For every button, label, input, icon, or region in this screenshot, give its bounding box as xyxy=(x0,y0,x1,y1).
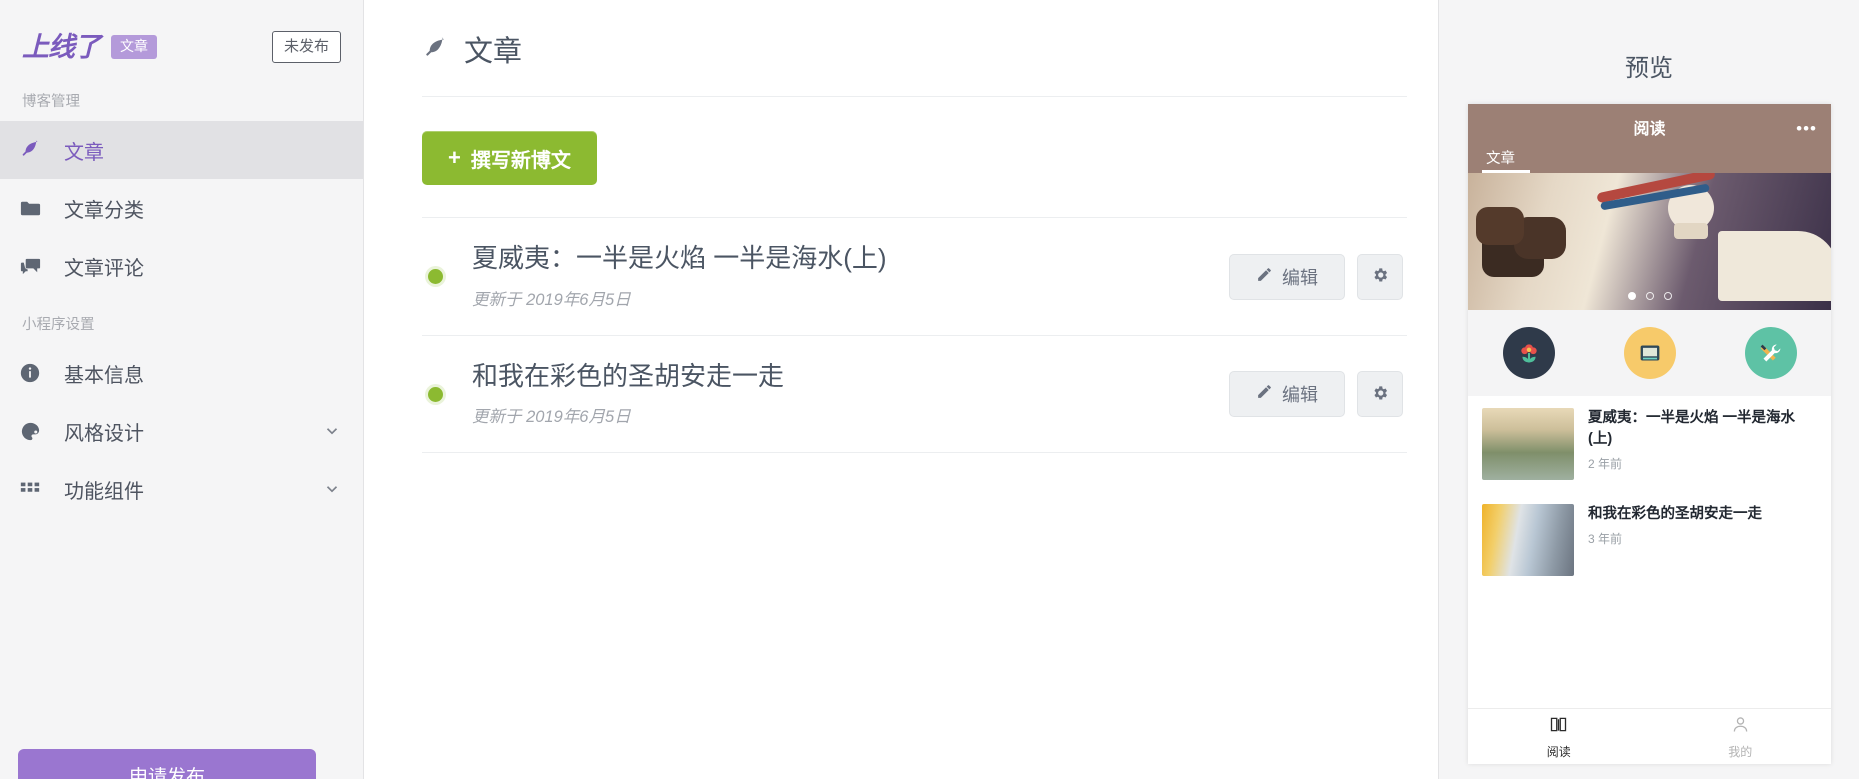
person-icon xyxy=(1730,714,1751,740)
edit-button-label: 编辑 xyxy=(1282,267,1318,288)
plus-icon: + xyxy=(448,145,461,170)
sidebar-item-label: 文章分类 xyxy=(64,199,144,222)
sidebar-item-comments[interactable]: 文章评论 xyxy=(0,237,363,295)
status-badge xyxy=(428,269,443,284)
gear-icon xyxy=(1371,384,1389,405)
list-item-title: 和我在彩色的圣胡安走一走 xyxy=(1588,506,1762,522)
post-updated-date: 更新于 2019年6月5日 xyxy=(472,290,631,309)
feather-icon xyxy=(422,36,448,62)
phone-header-title: 阅读 xyxy=(1633,121,1666,138)
street-thumb xyxy=(1482,504,1574,576)
sidebar-item-basic-info[interactable]: 基本信息 xyxy=(0,344,363,402)
grid-icon xyxy=(10,478,50,500)
sidebar-item-categories[interactable]: 文章分类 xyxy=(0,179,363,237)
carousel-dot[interactable] xyxy=(1663,292,1672,300)
post-text-block: 夏威夷：一半是火焰 一半是海水(上) 更新于 2019年6月5日 xyxy=(472,243,1229,309)
list-item[interactable]: 夏威夷：一半是火焰 一半是海水(上) 2 年前 xyxy=(1468,396,1831,492)
post-title: 和我在彩色的圣胡安走一走 xyxy=(472,360,785,391)
sidebar-item-label: 基本信息 xyxy=(64,364,144,387)
settings-button[interactable] xyxy=(1357,253,1403,300)
table-row[interactable]: 夏威夷：一半是火焰 一半是海水(上) 更新于 2019年6月5日 编辑 xyxy=(422,217,1407,335)
edit-button[interactable]: 编辑 xyxy=(1229,371,1345,417)
row-actions: 编辑 xyxy=(1229,253,1403,300)
row-actions: 编辑 xyxy=(1229,371,1403,417)
gear-icon xyxy=(1371,266,1389,287)
status-badge xyxy=(428,386,443,402)
list-item-time: 2 年前 xyxy=(1588,457,1623,472)
tab-read[interactable]: 阅读 xyxy=(1468,709,1650,764)
preview-article-list: 夏威夷：一半是火焰 一半是海水(上) 2 年前 和我在彩色的圣胡安走一走 3 年… xyxy=(1468,396,1831,708)
page-header: 文章 xyxy=(422,28,1407,97)
sidebar-item-components[interactable]: 功能组件 xyxy=(0,460,363,518)
tools-icon[interactable] xyxy=(1744,327,1797,379)
sidebar-item-articles[interactable]: 文章 xyxy=(0,121,363,179)
list-item[interactable]: 和我在彩色的圣胡安走一走 3 年前 xyxy=(1468,492,1831,588)
phone-tabbar: 阅读 我的 xyxy=(1468,708,1831,764)
compose-new-post-button[interactable]: + 撰写新博文 xyxy=(422,131,597,185)
phone-nav-tab[interactable]: 文章 xyxy=(1486,147,1515,168)
carousel-dots[interactable] xyxy=(1627,292,1672,300)
brand-tag: 文章 xyxy=(111,35,157,59)
compose-button-label: 撰写新博文 xyxy=(470,149,571,172)
post-updated-date: 更新于 2019年6月5日 xyxy=(472,408,631,427)
chevron-down-icon[interactable] xyxy=(323,422,341,440)
edit-button[interactable]: 编辑 xyxy=(1229,253,1345,300)
main-content: 文章 + 撰写新博文 夏威夷：一半是火焰 一半是海水(上) 更新于 2019年6… xyxy=(364,0,1438,779)
sidebar-item-style-design[interactable]: 风格设计 xyxy=(0,402,363,460)
page-title: 文章 xyxy=(464,36,523,68)
monitor-icon[interactable] xyxy=(1623,327,1676,379)
settings-button[interactable] xyxy=(1357,371,1403,417)
quick-icon-row xyxy=(1468,310,1831,396)
preview-title: 预览 xyxy=(1625,55,1673,82)
sidebar-brand-row: 上线了 文章 未发布 xyxy=(0,0,363,72)
sidebar-item-label: 文章评论 xyxy=(64,257,144,280)
apply-publish-button[interactable]: 申请发布 xyxy=(18,749,316,779)
post-list: 夏威夷：一半是火焰 一半是海水(上) 更新于 2019年6月5日 编辑 和我在彩… xyxy=(422,217,1407,453)
feather-icon xyxy=(10,139,50,161)
sidebar: 上线了 文章 未发布 博客管理 文章 文章分类 文章评论 小程序设置 基本信息 … xyxy=(0,0,364,779)
chevron-down-icon[interactable] xyxy=(323,480,341,498)
phone-header: 阅读 ••• 文章 xyxy=(1468,104,1831,173)
publish-status-button[interactable]: 未发布 xyxy=(271,31,341,63)
info-circle-icon xyxy=(10,362,50,384)
sidebar-item-label: 功能组件 xyxy=(64,480,144,503)
list-item-title: 夏威夷：一半是火焰 一半是海水(上) xyxy=(1588,410,1796,448)
ellipsis-icon[interactable]: ••• xyxy=(1796,120,1817,137)
preview-pane: 预览 阅读 ••• 文章 夏威夷：一半是火焰 一半是海水(上) 2 年前 和我在… xyxy=(1438,0,1859,779)
sidebar-section-miniapp: 小程序设置 xyxy=(22,317,95,333)
app-root: 上线了 文章 未发布 博客管理 文章 文章分类 文章评论 小程序设置 基本信息 … xyxy=(0,0,1859,779)
post-title: 夏威夷：一半是火焰 一半是海水(上) xyxy=(472,243,887,274)
post-text-block: 和我在彩色的圣胡安走一走 更新于 2019年6月5日 xyxy=(472,361,1229,427)
sidebar-section-blog: 博客管理 xyxy=(22,94,80,110)
brand-logo: 上线了 xyxy=(22,31,101,62)
flower-icon[interactable] xyxy=(1502,327,1555,379)
pencil-icon xyxy=(1256,383,1273,405)
folder-icon xyxy=(10,197,50,220)
tab-label: 阅读 xyxy=(1546,744,1571,759)
tab-label: 我的 xyxy=(1728,744,1753,759)
list-item-meta: 和我在彩色的圣胡安走一走 3 年前 xyxy=(1588,504,1817,547)
list-item-meta: 夏威夷：一半是火焰 一半是海水(上) 2 年前 xyxy=(1588,408,1817,472)
hero-carousel[interactable] xyxy=(1468,173,1831,310)
book-icon xyxy=(1548,714,1569,740)
list-item-time: 3 年前 xyxy=(1588,532,1623,547)
edit-button-label: 编辑 xyxy=(1282,385,1318,405)
comments-icon xyxy=(10,255,50,278)
table-row[interactable]: 和我在彩色的圣胡安走一走 更新于 2019年6月5日 编辑 xyxy=(422,335,1407,453)
phone-preview: 阅读 ••• 文章 夏威夷：一半是火焰 一半是海水(上) 2 年前 和我在彩色的… xyxy=(1468,104,1831,764)
pencil-icon xyxy=(1256,266,1273,288)
carousel-dot[interactable] xyxy=(1645,292,1654,300)
tab-mine[interactable]: 我的 xyxy=(1650,709,1832,764)
coastline-thumb xyxy=(1482,408,1574,480)
palette-icon xyxy=(10,420,50,443)
sidebar-item-label: 风格设计 xyxy=(64,422,144,445)
sidebar-item-label: 文章 xyxy=(64,141,104,164)
carousel-dot[interactable] xyxy=(1627,292,1636,300)
